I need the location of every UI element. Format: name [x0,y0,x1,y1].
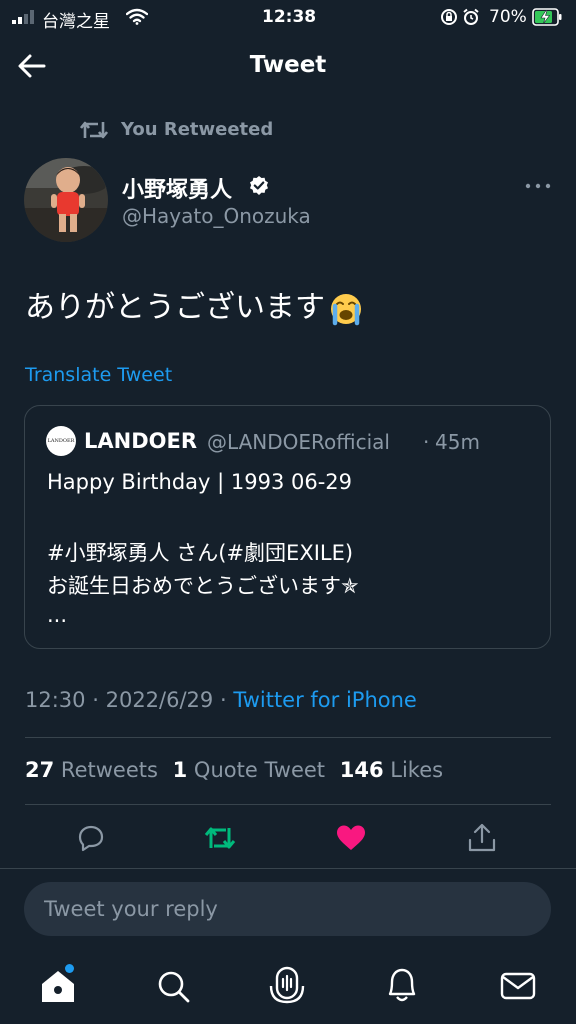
likes-count: 146 [339,758,384,782]
home-notification-dot [65,964,74,973]
quoted-tweet-card[interactable]: LANDOER LANDOER @LANDOERofficial · 45m H… [24,405,551,649]
battery-percent: 70% [489,7,527,27]
quotes-count: 1 [172,758,188,782]
tweet-text-content: ありがとうございます [25,290,325,325]
messages-icon[interactable] [500,966,536,1006]
quoted-author-handle: @LANDOERofficial [207,430,390,454]
quotes-label: Quote Tweet [193,758,326,782]
tweet-detail-screen: 台灣之星 12:38 70% Tweet You Retweeted 小野塚勇人… [0,0,576,1024]
wifi-icon [126,8,148,25]
translate-tweet-link[interactable]: Translate Tweet [25,364,172,386]
retweeted-label: You Retweeted [121,119,274,140]
retweets-label: Retweets [60,758,158,782]
quoted-text-line: Happy Birthday | 1993 06-29 [47,470,353,494]
quoted-separator: · [423,430,430,454]
notifications-icon[interactable] [384,966,420,1006]
share-icon[interactable] [466,822,498,854]
carrier-name: 台灣之星 [42,12,110,32]
orientation-lock-icon [441,9,457,25]
divider [25,737,551,738]
meta-separator: · [92,688,99,712]
retweet-icon [80,121,108,139]
like-heart-icon[interactable] [335,822,367,854]
quoted-text-ellipsis: ... [47,603,68,627]
spaces-icon[interactable] [269,966,305,1006]
meta-separator: · [219,688,227,712]
retweets-count: 27 [25,758,55,782]
tweet-date: 2022/6/29 [105,688,214,712]
quoted-text-line: お誕生日おめでとうございます✯ [47,574,359,598]
reply-input[interactable] [44,882,524,936]
tweet-stats: 27 Retweets 1 Quote Tweet 146 Likes [25,758,451,782]
divider [0,868,576,869]
reply-icon[interactable] [75,822,107,854]
tweet-source-link[interactable]: Twitter for iPhone [233,688,417,712]
quoted-text-line: #小野塚勇人 さん(#劇団EXILE) [47,541,354,565]
status-bar: 台灣之星 12:38 70% [0,0,576,34]
verified-badge-icon [250,176,268,195]
retweets-stat[interactable]: 27 Retweets [25,758,158,782]
page-title: Tweet [249,52,327,78]
more-options-icon[interactable] [522,172,554,200]
loudly-crying-face-icon [331,293,361,325]
cellular-signal-icon [12,10,34,24]
tweet-meta: 12:30 · 2022/6/29 · Twitter for iPhone [25,688,417,712]
author-name[interactable]: 小野塚勇人 [122,172,232,204]
alarm-icon [463,8,479,25]
likes-stat[interactable]: 146 Likes [340,758,443,782]
likes-label: Likes [390,758,444,782]
status-time: 12:38 [262,7,317,27]
quoted-author-avatar: LANDOER [46,426,76,456]
battery-charging-icon [532,8,562,26]
tweet-text: ありがとうございます [25,282,363,326]
divider [25,804,551,805]
quoted-tweet-time: 45m [435,430,480,454]
nav-header: Tweet [0,34,576,98]
author-handle: @Hayato_Onozuka [122,204,311,228]
quotes-stat[interactable]: 1 Quote Tweet [173,758,325,782]
search-icon[interactable] [155,966,191,1006]
reply-box[interactable] [24,882,551,936]
tweet-time: 12:30 [25,688,86,712]
author-avatar[interactable] [24,158,108,242]
retweet-button-icon[interactable] [204,822,236,854]
avatar-photo [24,158,108,242]
quoted-author-name: LANDOER [84,429,198,453]
